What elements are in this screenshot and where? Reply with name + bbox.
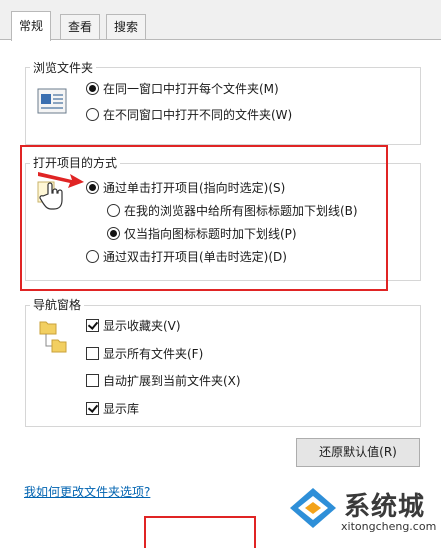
- radio-different-window[interactable]: [86, 108, 99, 121]
- check-auto-expand-label[interactable]: 自动扩展到当前文件夹(X): [103, 372, 241, 389]
- check-show-libraries-label[interactable]: 显示库: [103, 400, 139, 417]
- check-auto-expand[interactable]: [86, 374, 99, 387]
- folder-tree-icon: [39, 321, 67, 353]
- browse-folder-icon: [37, 88, 67, 114]
- check-show-libraries[interactable]: [86, 402, 99, 415]
- check-show-favorites-label[interactable]: 显示收藏夹(V): [103, 317, 181, 334]
- help-link[interactable]: 我如何更改文件夹选项?: [24, 483, 150, 500]
- check-show-all-folders-label[interactable]: 显示所有文件夹(F): [103, 345, 203, 362]
- browse-folders-title: 浏览文件夹: [30, 59, 97, 76]
- general-panel: 浏览文件夹 在同一窗口中打开每个文件夹(M) 在不同窗口中打开不同的文件夹(W)…: [0, 39, 441, 548]
- radio-different-window-label[interactable]: 在不同窗口中打开不同的文件夹(W): [103, 106, 292, 123]
- watermark-url: xitongcheng.com: [341, 520, 437, 533]
- tab-bar: 常规 查看 搜索: [0, 0, 441, 41]
- radio-same-window-label[interactable]: 在同一窗口中打开每个文件夹(M): [103, 80, 279, 97]
- restore-defaults-button[interactable]: 还原默认值(R): [296, 438, 420, 467]
- tab-general[interactable]: 常规: [11, 11, 52, 41]
- check-show-favorites[interactable]: [86, 319, 99, 332]
- radio-same-window[interactable]: [86, 82, 99, 95]
- check-show-all-folders[interactable]: [86, 347, 99, 360]
- tab-view[interactable]: 查看: [60, 14, 101, 39]
- bottom-highlight-frame: [144, 516, 256, 548]
- nav-pane-group: [25, 305, 421, 427]
- tab-search[interactable]: 搜索: [106, 14, 147, 39]
- nav-pane-title: 导航窗格: [30, 296, 85, 313]
- highlight-frame: [20, 145, 388, 291]
- watermark-logo-icon: [290, 488, 336, 528]
- watermark-title: 系统城: [344, 492, 426, 522]
